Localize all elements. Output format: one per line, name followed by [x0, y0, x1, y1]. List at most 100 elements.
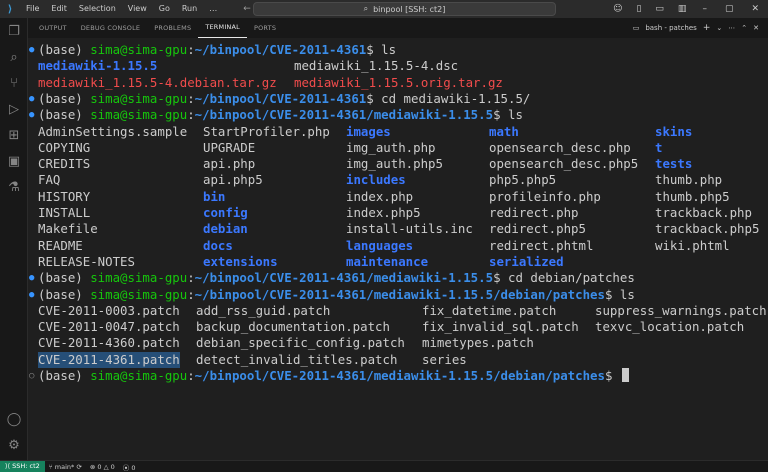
file-entry: Makefile [38, 221, 98, 237]
menu-item-[interactable]: … [203, 0, 223, 18]
directory-entry: mediawiki-1.15.5 [38, 58, 158, 74]
menu-item-view[interactable]: View [122, 0, 153, 18]
directory-entry: extensions [203, 253, 278, 269]
remote-indicator[interactable]: ⟩⟨ SSH: ct2 [0, 461, 45, 472]
prompt-dollar: $ [493, 107, 508, 123]
file-entry: detect_invalid_titles.patch [196, 351, 398, 367]
prompt-env: (base) [38, 270, 91, 286]
file-entry: install-utils.inc [346, 221, 473, 237]
menu-item-edit[interactable]: Edit [45, 0, 73, 18]
panel-maximize-icon[interactable]: ⌃ [738, 24, 750, 32]
terminal-instance-name[interactable]: bash - patches [642, 24, 700, 32]
file-entry: fix_invalid_sql.patch [422, 319, 579, 335]
file-entry: RELEASE-NOTES [38, 253, 135, 269]
tab-problems[interactable]: PROBLEMS [147, 18, 198, 38]
error-icon: ⊗ [89, 462, 96, 471]
file-entry: FAQ [38, 172, 61, 188]
file-entry: img_auth.php5 [346, 156, 443, 172]
back-arrow-icon[interactable]: ← [243, 4, 251, 14]
new-terminal-icon[interactable]: + [700, 23, 714, 33]
directory-entry: includes [346, 172, 406, 188]
settings-gear-icon[interactable]: ⚙ [0, 432, 28, 458]
run-debug-icon[interactable]: ▷ [0, 96, 28, 122]
directory-entry: t [655, 139, 663, 155]
file-entry: wiki.phtml [655, 237, 730, 253]
search-icon: ⌕ [363, 4, 369, 13]
prompt-userhost: sima@sima-gpu [90, 90, 188, 106]
prompt-colon: : [187, 107, 195, 123]
tab-output[interactable]: OUTPUT [32, 18, 74, 38]
command-center-label: binpool [SSH: ct2] [373, 4, 446, 14]
file-entry: mediawiki_1.15.5-4.debian.tar.gz [38, 74, 277, 90]
command-status-dot-icon[interactable]: ● [29, 270, 34, 286]
prompt-dollar: $ [366, 90, 382, 106]
extensions-icon[interactable]: ⊞ [0, 122, 28, 148]
remote-explorer-icon[interactable]: ▣ [0, 148, 28, 174]
tab-debug-console[interactable]: DEBUG CONSOLE [74, 18, 148, 38]
menu-item-selection[interactable]: Selection [73, 0, 122, 18]
file-entry: StartProfiler.php [203, 123, 330, 139]
account-icon[interactable]: ◯ [0, 406, 28, 432]
file-entry: opensearch_desc.php5 [489, 156, 639, 172]
command-text: ls [381, 42, 397, 57]
prompt-dollar: $ [366, 42, 382, 57]
chevron-down-icon[interactable]: ⌄ [713, 24, 725, 32]
menu-item-go[interactable]: Go [153, 0, 176, 18]
prompt-path: ~/binpool/CVE-2011-4361 [194, 42, 367, 57]
tab-ports[interactable]: PORTS [247, 18, 283, 38]
problems-indicator[interactable]: ⊗ 0 △ 0 [86, 463, 119, 471]
file-entry: profileinfo.php [489, 188, 601, 204]
file-entry: UPGRADE [203, 139, 256, 155]
explorer-icon[interactable]: ❐ [0, 18, 28, 44]
directory-entry: maintenance [346, 253, 429, 269]
more-actions-icon[interactable]: ⋯ [725, 24, 738, 32]
file-entry: CVE-2011-0003.patch [38, 302, 180, 318]
layout-customize-icon[interactable]: ▥ [671, 4, 694, 14]
file-entry: php5.php5 [489, 172, 557, 188]
terminal-output[interactable]: ● (base) sima@sima-gpu:~/binpool/CVE-2011… [28, 38, 768, 460]
command-status-dot-icon[interactable]: ● [29, 42, 34, 58]
title-right-controls: ☺ ▯ ▭ ▥ – ▢ ✕ [606, 0, 768, 18]
menu-item-run[interactable]: Run [176, 0, 203, 18]
command-status-dot-icon[interactable]: ● [29, 91, 34, 107]
layout-sidebar-icon[interactable]: ▯ [629, 4, 648, 14]
menu-item-file[interactable]: File [20, 0, 45, 18]
file-entry: thumb.php5 [655, 188, 730, 204]
file-entry: fix_datetime.patch [422, 302, 557, 318]
prompt-env: (base) [38, 286, 91, 302]
file-entry: COPYING [38, 139, 91, 155]
tab-terminal[interactable]: TERMINAL [198, 18, 247, 38]
testing-icon[interactable]: ⚗ [0, 174, 28, 200]
file-entry: mediawiki_1.15.5.orig.tar.gz [294, 74, 503, 90]
file-entry: debian_specific_config.patch [196, 335, 405, 351]
panel-close-icon[interactable]: ✕ [750, 24, 762, 32]
command-text: ls [619, 286, 635, 302]
command-status-dot-icon[interactable]: ● [29, 287, 34, 303]
directory-entry: skins [655, 123, 693, 139]
command-status-dot-icon[interactable]: ● [29, 107, 34, 123]
command-text: ls [508, 107, 523, 123]
prompt-colon: : [187, 90, 195, 106]
maximize-icon[interactable]: ▢ [716, 4, 743, 14]
file-entry: suppress_warnings.patch [595, 302, 767, 318]
source-control-icon[interactable]: ⑂ [0, 70, 28, 96]
file-entry: index.php5 [346, 205, 421, 220]
prompt-path: ~/binpool/CVE-2011-4361/mediawiki-1.15.5 [194, 107, 494, 123]
minimize-icon[interactable]: – [693, 4, 716, 14]
file-entry: series [422, 351, 467, 367]
prompt-userhost: sima@sima-gpu [90, 368, 188, 383]
close-icon[interactable]: ✕ [742, 4, 768, 14]
ports-indicator[interactable]: ⦿ 0 [119, 462, 140, 472]
directory-entry: debian [203, 221, 248, 237]
file-entry: mimetypes.patch [422, 335, 534, 351]
command-status-dot-icon[interactable]: ○ [29, 368, 34, 384]
prompt-userhost: sima@sima-gpu [90, 270, 188, 286]
command-center[interactable]: ⌕ binpool [SSH: ct2] [253, 2, 556, 16]
layout-panel-icon[interactable]: ▭ [648, 4, 671, 14]
search-view-icon[interactable]: ⌕ [0, 44, 28, 70]
directory-entry: docs [203, 237, 233, 253]
branch-indicator[interactable]: ⑂ main* ⟳ [45, 463, 86, 471]
copilot-icon[interactable]: ☺ [606, 4, 629, 14]
command-text: cd mediawiki-1.15.5/ [381, 90, 531, 106]
file-entry: CVE-2011-4360.patch [38, 335, 180, 351]
